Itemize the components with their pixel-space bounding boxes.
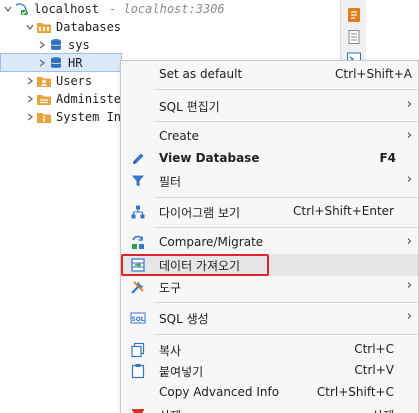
menu-separator — [155, 227, 417, 228]
document-icon[interactable] — [345, 28, 363, 46]
folder-icon — [36, 19, 52, 35]
menu-item-label: 복사 — [159, 344, 182, 358]
users-label: Users — [56, 74, 93, 88]
menu-separator — [155, 89, 417, 90]
administer-label: Administer — [56, 92, 129, 106]
menu-item-paste[interactable]: 붙여넣기 Ctrl+V — [121, 360, 418, 382]
users-folder-icon — [36, 73, 52, 89]
diagram-icon — [130, 204, 146, 220]
menu-item-label: Create — [159, 129, 199, 143]
menu-item-tools[interactable]: 도구 › — [121, 276, 418, 298]
connection-host: - localhost:3306 — [109, 2, 225, 16]
chevron-right-icon[interactable] — [36, 54, 48, 72]
menu-item-shortcut: Ctrl+V — [354, 363, 394, 377]
schema-label: HR — [68, 55, 83, 70]
menu-item-shortcut: Ctrl+Shift+C — [316, 385, 394, 399]
menu-item-label: 도구 — [159, 281, 182, 295]
menu-item-view-database[interactable]: View Database F4 — [121, 148, 418, 170]
database-icon — [48, 37, 64, 53]
menu-separator — [155, 334, 417, 335]
menu-item-label: 붙여넣기 — [159, 365, 204, 379]
chevron-right-icon: › — [406, 97, 412, 112]
tree-node-schema-hr[interactable]: HR — [0, 53, 122, 72]
menu-item-label: Copy Advanced Info — [159, 385, 280, 399]
sql-generate-icon: SQL — [130, 310, 146, 326]
filter-icon — [130, 173, 146, 189]
sql-script-icon[interactable] — [345, 6, 363, 24]
menu-item-shortcut: Ctrl+Shift+A — [335, 67, 412, 81]
menu-item-copy[interactable]: 복사 Ctrl+C — [121, 339, 418, 361]
menu-item-label: Set as default — [159, 67, 243, 81]
menu-item-set-as-default[interactable]: Set as default Ctrl+Shift+A — [121, 64, 418, 86]
chevron-right-icon: › — [406, 234, 412, 249]
chevron-right-icon[interactable] — [24, 108, 36, 126]
menu-item-shortcut: Ctrl+C — [354, 342, 394, 356]
tree-node-users[interactable]: Users — [24, 72, 92, 90]
menu-item-label: Compare/Migrate — [159, 235, 264, 249]
menu-item-import-data[interactable]: 데이터 가져오기 — [121, 254, 418, 276]
menu-separator — [155, 302, 417, 303]
delete-icon — [130, 407, 146, 413]
menu-item-shortcut: F4 — [379, 151, 396, 165]
tree-node-connection[interactable]: localhost - localhost:3306 — [2, 0, 225, 18]
menu-item-delete[interactable]: 삭제 삭제 — [121, 404, 418, 413]
compare-icon — [130, 235, 146, 251]
admin-folder-icon — [36, 91, 52, 107]
mysql-connection-icon — [14, 1, 30, 17]
databases-label: Databases — [56, 20, 122, 34]
chevron-down-icon[interactable] — [2, 0, 14, 18]
chevron-right-icon: › — [406, 172, 412, 187]
tools-icon — [130, 279, 146, 295]
tree-node-databases[interactable]: Databases — [24, 18, 121, 36]
menu-separator — [155, 197, 417, 198]
pencil-icon — [130, 151, 146, 167]
tree-node-system-info[interactable]: System Info — [24, 108, 135, 126]
chevron-right-icon[interactable] — [36, 36, 48, 54]
info-folder-icon — [36, 109, 52, 125]
menu-item-shortcut: Ctrl+Shift+Enter — [293, 204, 394, 218]
copy-icon — [130, 342, 146, 358]
menu-item-generate-sql[interactable]: SQL SQL 생성 › — [121, 307, 418, 329]
menu-separator — [155, 121, 417, 122]
menu-item-create[interactable]: Create › — [121, 126, 418, 148]
context-menu: Set as default Ctrl+Shift+A SQL 편집기 › Cr… — [120, 60, 419, 413]
connection-label: localhost — [34, 2, 100, 16]
chevron-right-icon: › — [406, 128, 412, 143]
menu-item-copy-advanced-info[interactable]: Copy Advanced Info Ctrl+Shift+C — [121, 382, 418, 404]
tree-node-schema-sys[interactable]: sys — [36, 36, 90, 54]
menu-item-compare-migrate[interactable]: Compare/Migrate › — [121, 232, 418, 254]
highlight-box — [121, 254, 269, 276]
menu-item-label: 다이어그램 보기 — [159, 206, 241, 220]
menu-item-sql-editor[interactable]: SQL 편집기 › — [121, 95, 418, 117]
paste-icon — [130, 363, 146, 379]
chevron-down-icon[interactable] — [24, 18, 36, 36]
svg-text:SQL: SQL — [131, 316, 144, 323]
chevron-right-icon[interactable] — [24, 72, 36, 90]
menu-item-label: 삭제 — [159, 407, 181, 413]
menu-item-label: View Database — [159, 151, 260, 165]
chevron-right-icon: › — [406, 309, 412, 324]
menu-item-label: 필터 — [159, 175, 182, 189]
chevron-right-icon: › — [406, 278, 412, 293]
tree-node-administer[interactable]: Administer — [24, 90, 128, 108]
menu-item-label: SQL 생성 — [159, 312, 209, 326]
menu-item-label: SQL 편집기 — [159, 100, 220, 114]
menu-item-view-diagram[interactable]: 다이어그램 보기 Ctrl+Shift+Enter — [121, 201, 418, 223]
menu-item-filter[interactable]: 필터 › — [121, 170, 418, 192]
database-icon — [48, 55, 64, 71]
menu-item-shortcut: 삭제 — [372, 407, 394, 413]
schema-label: sys — [68, 38, 90, 52]
chevron-right-icon[interactable] — [24, 90, 36, 108]
